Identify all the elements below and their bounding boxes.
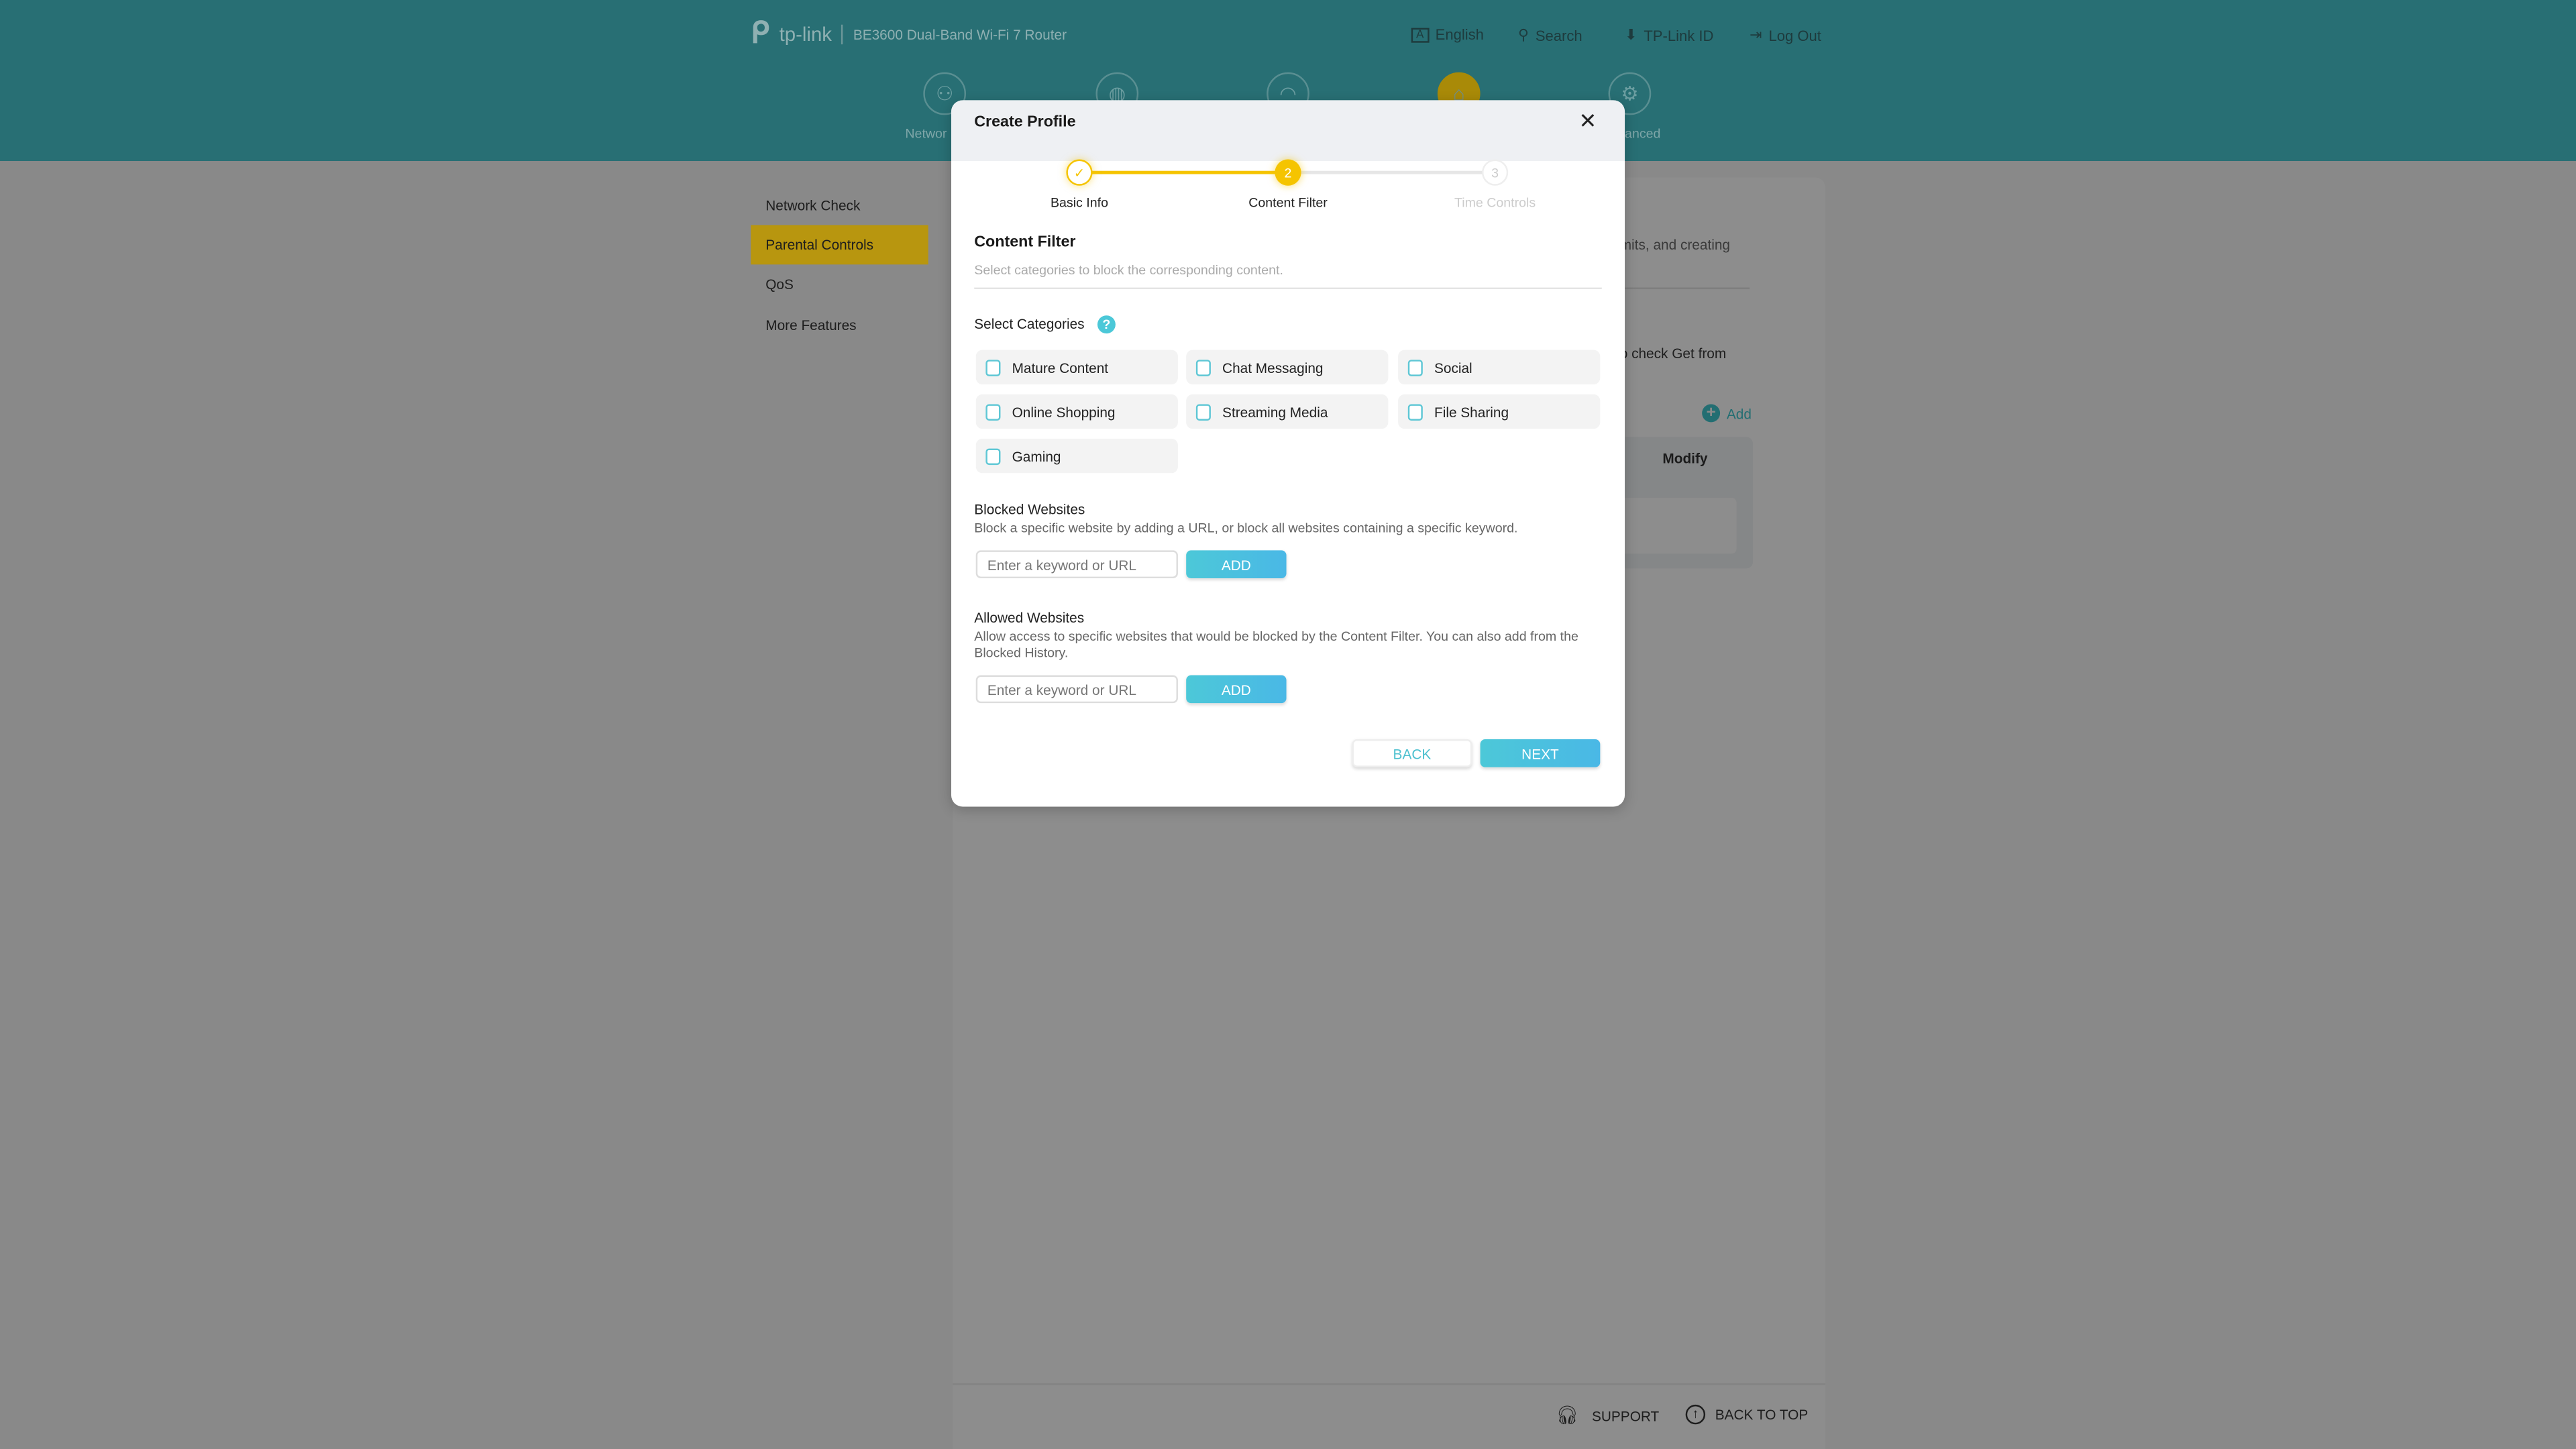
model-name: BE3600 Dual-Band Wi-Fi 7 Router [853,25,1067,42]
step-1-indicator: ✓ [1066,159,1093,186]
logout-icon: ⇥ [1750,26,1762,43]
logout-label: Log Out [1768,27,1821,44]
placeholder: Enter a keyword or URL [987,681,1136,698]
categories-label: Select Categories [974,315,1085,332]
checkbox[interactable] [1195,359,1211,376]
category-online-shopping[interactable]: Online Shopping [975,394,1178,429]
nav-network-label: Networ [905,126,947,142]
step-2-indicator: 2 [1275,159,1301,186]
sidebar-item-label: Parental Controls [765,236,874,254]
check-icon: ✓ [1073,165,1085,180]
sidebar-item-qos[interactable]: QoS [751,264,928,304]
divider [1618,287,1750,290]
close-icon[interactable]: ✕ [1578,109,1597,135]
allowed-website-input[interactable]: Enter a keyword or URL [975,675,1178,704]
tplink-id-label: TP-Link ID [1644,27,1714,44]
category-chat-messaging[interactable]: Chat Messaging [1186,350,1389,385]
allowed-add-button[interactable]: ADD [1186,675,1287,704]
footer-divider [953,1383,1825,1385]
dialog-title: Create Profile [974,113,1076,131]
category-social[interactable]: Social [1398,350,1601,385]
category-label: Streaming Media [1222,403,1328,420]
category-label: Online Shopping [1012,403,1116,420]
next-button[interactable]: NEXT [1480,739,1601,767]
checkbox[interactable] [1407,359,1423,376]
sidebar-item-more-features[interactable]: More Features [751,306,928,345]
blocked-websites-title: Blocked Websites [974,500,1085,518]
step-3-label: Time Controls [1454,195,1536,211]
help-icon[interactable]: ? [1097,315,1116,334]
placeholder: Enter a keyword or URL [987,555,1136,573]
button-label: ADD [1221,681,1251,698]
search-icon: ⚲ [1517,26,1529,43]
brand: ᑭ tp-link BE3600 Dual-Band Wi-Fi 7 Route… [751,16,1067,50]
sidebar-item-parental-controls[interactable]: Parental Controls [751,225,928,265]
language-selector[interactable]: A English [1411,26,1484,43]
table-header-modify: Modify [1662,450,1708,467]
checkbox[interactable] [1195,403,1211,420]
button-label: BACK [1393,745,1432,762]
section-title: Content Filter [974,233,1076,252]
note-text: o check Get from [1619,345,1727,362]
search-link[interactable]: ⚲ Search [1518,26,1582,44]
search-label: Search [1535,27,1582,44]
category-gaming[interactable]: Gaming [975,438,1178,474]
plus-circle-icon: + [1702,404,1721,423]
support-label: SUPPORT [1592,1407,1660,1424]
category-streaming-media[interactable]: Streaming Media [1186,394,1389,429]
add-profile-button[interactable]: + Add [1702,404,1752,423]
arrow-up-circle-icon: ↑ [1685,1404,1706,1425]
tplink-logo-icon: ᑭ [751,16,769,50]
category-label: Gaming [1012,447,1061,464]
tplink-id-icon: ⬇ [1625,26,1638,43]
tplink-id-link[interactable]: ⬇ TP-Link ID [1625,26,1713,44]
step-3-indicator: 3 [1481,159,1509,186]
sidebar-item-network-check[interactable]: Network Check [751,186,928,225]
section-description: Select categories to block the correspon… [974,262,1283,278]
allowed-websites-title: Allowed Websites [974,609,1085,627]
checkbox[interactable] [985,403,1001,420]
back-to-top-label: BACK TO TOP [1715,1406,1809,1423]
button-label: ADD [1221,555,1251,573]
category-label: File Sharing [1434,403,1509,420]
checkbox[interactable] [985,359,1001,376]
blocked-website-input[interactable]: Enter a keyword or URL [975,550,1178,579]
add-label: Add [1726,405,1752,422]
create-profile-dialog: Create Profile ✕ ✓ 2 3 Basic Info Conten… [951,100,1625,807]
allowed-websites-description: Allow access to specific websites that w… [974,629,1578,661]
language-icon: A [1411,27,1429,42]
language-label: English [1435,26,1484,43]
headset-icon: 🎧︎ [1556,1406,1579,1426]
intro-text: mits, and creating [1619,236,1731,254]
step-connector-done [1079,170,1289,174]
category-label: Mature Content [1012,359,1109,376]
step-number: 2 [1284,165,1292,180]
category-mature-content[interactable]: Mature Content [975,350,1178,385]
checkbox[interactable] [1407,403,1423,420]
logout-link[interactable]: ⇥ Log Out [1750,26,1821,44]
step-2-label: Content Filter [1248,195,1328,211]
category-label: Social [1434,359,1472,376]
divider [974,287,1602,290]
step-connector-pending [1288,170,1497,174]
blocked-websites-description: Block a specific website by adding a URL… [974,521,1518,536]
support-link[interactable]: 🎧︎ SUPPORT [1556,1405,1659,1426]
step-1-label: Basic Info [1050,195,1109,211]
checkbox[interactable] [985,447,1001,464]
sidebar-item-label: Network Check [765,197,861,214]
button-label: NEXT [1521,745,1559,762]
category-file-sharing[interactable]: File Sharing [1398,394,1601,429]
back-to-top-link[interactable]: ↑ BACK TO TOP [1685,1404,1809,1425]
dialog-header: Create Profile ✕ [951,100,1625,162]
sidebar-item-label: More Features [765,317,857,334]
table-row [1618,498,1737,554]
blocked-add-button[interactable]: ADD [1186,550,1287,579]
brand-name: tp-link [779,22,832,46]
divider [841,23,844,44]
step-number: 3 [1491,165,1499,180]
nav-advanced-label: anced [1625,126,1661,142]
back-button[interactable]: BACK [1352,739,1472,767]
category-label: Chat Messaging [1222,359,1324,376]
sidebar-item-label: QoS [765,276,794,292]
